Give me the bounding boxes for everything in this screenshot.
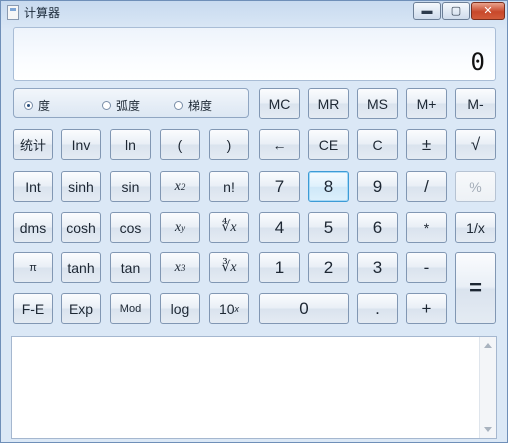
- statistics-button[interactable]: 统计: [13, 129, 53, 160]
- ms-button[interactable]: MS: [357, 88, 398, 119]
- clear-entry-button[interactable]: CE: [308, 129, 349, 160]
- radio-degrees[interactable]: 度: [24, 97, 50, 114]
- sinh-button[interactable]: sinh: [61, 171, 101, 202]
- open-paren-button[interactable]: (: [160, 129, 200, 160]
- x-power-y-button[interactable]: xy: [160, 212, 200, 243]
- x-cubed-base: x: [174, 259, 181, 275]
- plus-button[interactable]: +: [406, 293, 447, 324]
- digit-8-button[interactable]: 8: [308, 171, 349, 202]
- m-plus-button[interactable]: M+: [406, 88, 447, 119]
- x-squared-button[interactable]: x2: [160, 171, 200, 202]
- radio-indicator: [24, 101, 33, 110]
- factorial-button[interactable]: n!: [209, 171, 249, 202]
- equals-button[interactable]: =: [455, 252, 496, 324]
- mc-button[interactable]: MC: [259, 88, 300, 119]
- sin-button[interactable]: sin: [110, 171, 151, 202]
- maximize-button[interactable]: ▢: [442, 2, 470, 20]
- multiply-button[interactable]: *: [406, 212, 447, 243]
- title-bar: 计算器 ▬ ▢ ✕: [1, 1, 507, 25]
- plus-minus-button[interactable]: ±: [406, 129, 447, 160]
- decimal-button[interactable]: .: [357, 293, 398, 324]
- calculator-icon: [7, 5, 19, 20]
- window-title: 计算器: [24, 6, 61, 20]
- cosh-button[interactable]: cosh: [61, 212, 101, 243]
- angle-mode-group: 度 弧度 梯度: [13, 88, 249, 118]
- dms-button[interactable]: dms: [13, 212, 53, 243]
- digit-5-button[interactable]: 5: [308, 212, 349, 243]
- chevron-down-icon[interactable]: [484, 427, 492, 432]
- close-paren-button[interactable]: ): [209, 129, 249, 160]
- history-scrollbar[interactable]: [479, 337, 496, 438]
- inverse-button[interactable]: Inv: [61, 129, 101, 160]
- radio-label-degrees: 度: [38, 99, 51, 113]
- cube-root-button[interactable]: ∛x: [209, 252, 249, 283]
- ten-power-x-button[interactable]: 10 x: [209, 293, 249, 324]
- digit-2-button[interactable]: 2: [308, 252, 349, 283]
- result-display: 0: [13, 27, 496, 81]
- square-root-button[interactable]: √: [455, 129, 496, 160]
- exp-button[interactable]: Exp: [61, 293, 101, 324]
- history-panel[interactable]: [11, 336, 497, 439]
- x-squared-base: x: [174, 178, 181, 194]
- x-cubed-button[interactable]: x3: [160, 252, 200, 283]
- divide-button[interactable]: /: [406, 171, 447, 202]
- minimize-button[interactable]: ▬: [413, 2, 441, 20]
- digit-1-button[interactable]: 1: [259, 252, 300, 283]
- ln-button[interactable]: ln: [110, 129, 151, 160]
- digit-9-button[interactable]: 9: [357, 171, 398, 202]
- radio-label-gradians: 梯度: [188, 99, 213, 113]
- minus-button[interactable]: -: [406, 252, 447, 283]
- digit-0-button[interactable]: 0: [259, 293, 349, 324]
- clear-button[interactable]: C: [357, 129, 398, 160]
- pi-button[interactable]: π: [13, 252, 53, 283]
- radio-gradians[interactable]: 梯度: [174, 97, 212, 114]
- log-button[interactable]: log: [160, 293, 200, 324]
- reciprocal-button[interactable]: 1/x: [455, 212, 496, 243]
- display-value: 0: [470, 48, 485, 76]
- radio-radians[interactable]: 弧度: [102, 97, 140, 114]
- radio-indicator: [174, 101, 183, 110]
- tan-button[interactable]: tan: [110, 252, 151, 283]
- ten-power-x-base: 10: [218, 300, 235, 317]
- backspace-button[interactable]: ←: [259, 129, 300, 160]
- digit-6-button[interactable]: 6: [357, 212, 398, 243]
- calculator-window: 计算器 ▬ ▢ ✕ 0 度 弧度 梯度 MC MR MS M+ M- 统计 In…: [0, 0, 508, 443]
- backspace-arrow-icon: ←: [272, 136, 287, 153]
- m-minus-button[interactable]: M-: [455, 88, 496, 119]
- chevron-up-icon[interactable]: [484, 343, 492, 348]
- digit-4-button[interactable]: 4: [259, 212, 300, 243]
- digit-7-button[interactable]: 7: [259, 171, 300, 202]
- close-button[interactable]: ✕: [471, 2, 505, 20]
- mod-button[interactable]: Mod: [110, 293, 151, 324]
- tanh-button[interactable]: tanh: [61, 252, 101, 283]
- mr-button[interactable]: MR: [308, 88, 349, 119]
- cos-button[interactable]: cos: [110, 212, 151, 243]
- digit-3-button[interactable]: 3: [357, 252, 398, 283]
- fe-button[interactable]: F-E: [13, 293, 53, 324]
- radio-indicator: [102, 101, 111, 110]
- int-button[interactable]: Int: [13, 171, 53, 202]
- y-root-x-button[interactable]: ∜x: [209, 212, 249, 243]
- percent-button[interactable]: %: [455, 171, 496, 202]
- radio-label-radians: 弧度: [116, 99, 141, 113]
